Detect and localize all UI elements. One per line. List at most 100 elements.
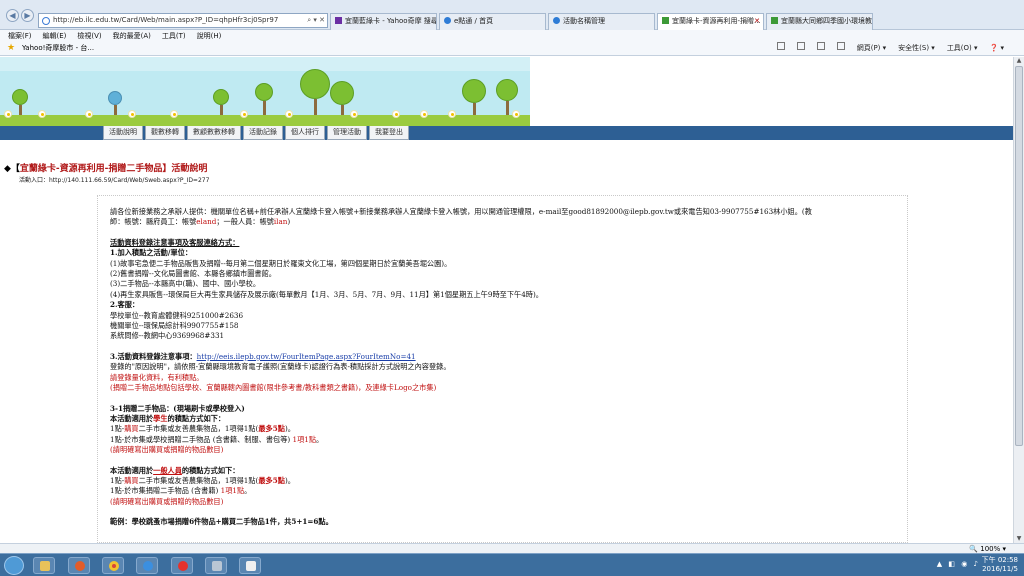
menu-file[interactable]: 檔案(F): [8, 30, 32, 42]
home-icon[interactable]: [776, 42, 785, 50]
back-icon[interactable]: ◀: [6, 9, 19, 22]
browser-tab[interactable]: 宜蘭縣大同鄉四季國小環境教...: [766, 13, 873, 30]
site-banner: [0, 57, 530, 127]
activity-entry: 活動入口：http://140.111.66.59/Card/Web/Sweb.…: [19, 177, 210, 184]
tree-decoration: [300, 69, 330, 115]
flower-decoration: [4, 110, 12, 118]
section-heading: 活動資料登錄注意事項及客服連絡方式：: [110, 237, 240, 247]
section-heading: 3.活動資料登錄注意事項：: [110, 351, 197, 361]
scroll-up-icon[interactable]: ▲: [1015, 57, 1023, 65]
flower-decoration: [38, 110, 46, 118]
flower-decoration: [170, 110, 178, 118]
taskbar: ▲ ◧ ◉ ♪ 下午 02:58 2016/11/5: [0, 553, 1024, 576]
intro-line: 請各位新接業務之承辦人提供：機關單位名稱+前任承辦人宜蘭綠卡登入帳號+新接業務承…: [110, 207, 812, 216]
browser-tab-active[interactable]: 宜蘭綠卡-資源再利用-捐贈... ✕: [657, 13, 764, 30]
activity-description: 請各位新接業務之承辦人提供：機關單位名稱+前任承辦人宜蘭綠卡登入帳號+新接業務承…: [110, 207, 900, 528]
nav-activity-info[interactable]: 活動說明: [103, 126, 143, 140]
command-bar: 網頁(P) ▾ 安全性(S) ▾ 工具(O) ▾ ❓ ▾: [765, 42, 1004, 55]
page-title: ◆【宜蘭綠卡-資源再利用-捐贈二手物品】活動說明: [4, 161, 207, 174]
mail-icon[interactable]: [816, 42, 825, 50]
nav-activity-records[interactable]: 活動記錄: [243, 126, 283, 140]
address-tools-icon[interactable]: ⌕ ▾ ✕: [307, 14, 325, 27]
site-nav-tabs: 活動說明 觀數移轉 數顧數數移轉 活動記錄 個人排行 管理活動 我要登出: [103, 126, 411, 140]
start-button[interactable]: [4, 556, 24, 575]
clock-time: 下午 02:58: [981, 556, 1018, 564]
list-item: (捐贈二手物品地點包括學校、宜蘭縣轄內圖書館(限非參考書/教科書類之書籍)，及連…: [110, 383, 437, 393]
list-item: 1點-於市集或學校捐贈二手物品 (含書籍、制服、書包等) 1項1點。: [110, 434, 324, 444]
tree-icon: [771, 17, 778, 24]
nav-points-transfer[interactable]: 觀數移轉: [145, 126, 185, 140]
tree-decoration: [462, 79, 486, 115]
scroll-thumb[interactable]: [1015, 66, 1023, 446]
list-item: (4)再生家具販售--環保局巨大再生家具儲存及展示廠(每單數月【1月、3月、5月…: [110, 289, 543, 299]
browser-tabs: 宜蘭藍綠卡 - Yahoo奇摩 搜尋... e點通 / 首頁 活動名稱管理 宜蘭…: [330, 13, 875, 30]
favorites-link[interactable]: Yahoo!奇摩股市 - 台...: [22, 42, 94, 55]
title-prefix: ◆【: [4, 164, 20, 174]
list-item: 1點-購買二手市集或友善農集物品，1項得1點(最多5點)。: [110, 475, 295, 485]
tools-menu[interactable]: 工具(O) ▾: [947, 42, 978, 55]
list-item: 機關單位--環保局綜計科9907755#158: [110, 321, 239, 331]
flower-decoration: [392, 110, 400, 118]
page-viewport: 活動說明 觀數移轉 數顧數數移轉 活動記錄 個人排行 管理活動 我要登出 ◆【宜…: [0, 57, 1013, 543]
list-item: (3)二手物品--本縣高中(職)、國中、國小學校。: [110, 279, 261, 289]
address-bar[interactable]: http://eb.ilc.edu.tw/Card/Web/main.aspx?…: [38, 13, 328, 28]
browser-tab[interactable]: 宜蘭藍綠卡 - Yahoo奇摩 搜尋...: [330, 13, 437, 30]
tree-decoration: [213, 89, 229, 115]
flower-decoration: [240, 110, 248, 118]
vertical-scrollbar[interactable]: ▲ ▼: [1013, 57, 1024, 543]
browser-tab[interactable]: 活動名稱管理: [548, 13, 655, 30]
page-menu[interactable]: 網頁(P) ▾: [857, 42, 886, 55]
explorer-icon[interactable]: [33, 557, 55, 574]
menu-help[interactable]: 說明(H): [197, 30, 222, 42]
menu-tools[interactable]: 工具(T): [162, 30, 186, 42]
favorites-star-icon[interactable]: ★: [7, 43, 15, 53]
chrome-icon[interactable]: [102, 557, 124, 574]
nav-teacher-points-transfer[interactable]: 數顧數數移轉: [187, 126, 241, 140]
system-tray-icons[interactable]: ▲ ◧ ◉ ♪: [937, 560, 980, 568]
help-menu[interactable]: ❓ ▾: [990, 42, 1004, 55]
flower-decoration: [448, 110, 456, 118]
internet-explorer-icon[interactable]: [136, 557, 158, 574]
flower-decoration: [128, 110, 136, 118]
tree-icon: [662, 17, 669, 24]
favorites-bar: ★ Yahoo!奇摩股市 - 台... 網頁(P) ▾ 安全性(S) ▾ 工具(…: [0, 42, 1024, 56]
section-heading: 1.加入積點之活動/單位：: [110, 248, 193, 258]
clock-date: 2016/11/5: [982, 565, 1018, 573]
flower-decoration: [512, 110, 520, 118]
title-suffix: 】活動說明: [162, 164, 208, 174]
browser-tab[interactable]: e點通 / 首頁: [439, 13, 546, 30]
menu-view[interactable]: 檢視(V): [77, 30, 101, 42]
safety-menu[interactable]: 安全性(S) ▾: [898, 42, 935, 55]
forward-icon[interactable]: ▶: [21, 9, 34, 22]
rss-icon[interactable]: [796, 42, 805, 50]
nav-manage-activity[interactable]: 管理活動: [327, 126, 367, 140]
nav-logout[interactable]: 我要登出: [369, 126, 409, 140]
menu-edit[interactable]: 編輯(E): [43, 30, 67, 42]
account-eland: eland: [196, 217, 217, 227]
tree-decoration: [330, 81, 354, 115]
print-icon[interactable]: [836, 42, 845, 50]
media-player-icon[interactable]: [68, 557, 90, 574]
opera-icon[interactable]: [171, 557, 193, 574]
account-ilan: ilan: [273, 217, 288, 227]
menu-bar: 檔案(F) 編輯(E) 檢視(V) 我的最愛(A) 工具(T) 說明(H): [0, 30, 1024, 42]
list-item: (1)故事宅急便二手物品販售及捐贈--每月第二個星期日於羅東文化工場，第四個星期…: [110, 258, 452, 268]
app-icon[interactable]: [239, 557, 261, 574]
address-url: http://eb.ilc.edu.tw/Card/Web/main.aspx?…: [53, 16, 279, 24]
scroll-down-icon[interactable]: ▼: [1015, 535, 1023, 543]
tools-icon[interactable]: [205, 557, 227, 574]
system-clock[interactable]: 下午 02:58 2016/11/5: [982, 556, 1018, 574]
nav-personal-ranking[interactable]: 個人排行: [285, 126, 325, 140]
tree-decoration: [255, 83, 273, 115]
list-item: (請明確寫出購買或捐贈的物品數目): [110, 496, 224, 506]
site-nav-bar: 活動說明 觀數移轉 數顧數數移轉 活動記錄 個人排行 管理活動 我要登出: [0, 126, 1013, 140]
flower-decoration: [350, 110, 358, 118]
list-item: 登錄的"原因說明"，請依照-宜蘭縣環境教育電子護照(宜蘭綠卡)認證行為表-積點採…: [110, 362, 451, 372]
flower-decoration: [85, 110, 93, 118]
four-item-link[interactable]: http://eeis.ilepb.gov.tw/FourItemPage.as…: [197, 352, 416, 361]
tree-decoration: [12, 89, 28, 115]
menu-favorites[interactable]: 我的最愛(A): [113, 30, 151, 42]
close-tab-icon[interactable]: ✕: [754, 14, 760, 29]
ie-icon: [553, 17, 560, 24]
list-item: 請登錄量化資料，有利積點。: [110, 372, 204, 382]
